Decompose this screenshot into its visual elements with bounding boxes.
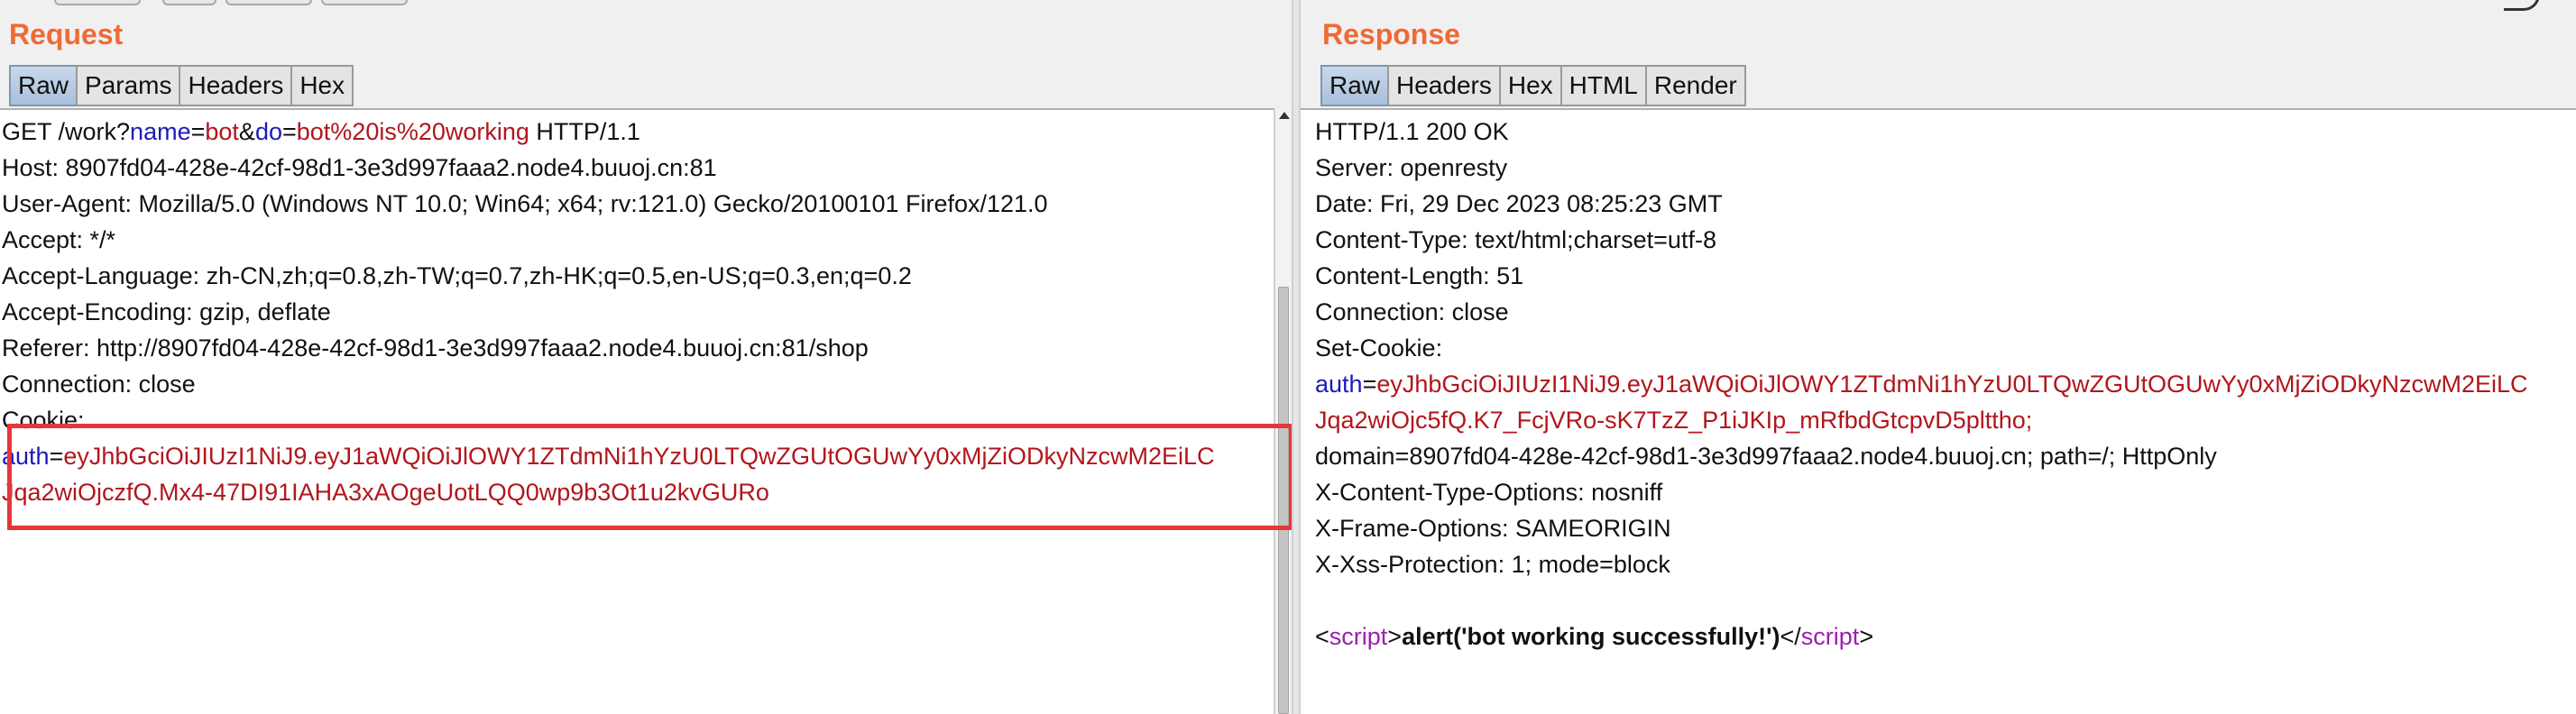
response-tab-headers[interactable]: Headers (1387, 65, 1501, 106)
response-tab-render[interactable]: Render (1644, 65, 1746, 106)
response-content-type: Content-Type: text/html;charset=utf-8 (1315, 226, 1716, 253)
header-cookie-label: Cookie: (2, 407, 85, 434)
response-connection: Connection: close (1315, 298, 1509, 325)
cookie-auth-line1: auth=eyJhbGciOiJIUzI1NiJ9.eyJ1aWQiOiJlOW… (2, 443, 1215, 470)
set-cookie-domain: domain=8907fd04-428e-42cf-98d1-3e3d997fa… (1315, 443, 2217, 470)
set-cookie-auth-line2: Jqa2wiOjc5fQ.K7_FcjVRo-sK7TzZ_P1iJKIp_mR… (1315, 407, 2033, 434)
request-title: Request (9, 18, 124, 50)
scroll-thumb[interactable] (1278, 287, 1289, 714)
cookie-auth-line2: Jqa2wiOjczfQ.Mx4-47DI91IAHA3xAOgeUotLQQ0… (2, 479, 769, 506)
request-tab-headers[interactable]: Headers (179, 65, 293, 106)
response-content-length: Content-Length: 51 (1315, 262, 1524, 289)
scroll-up-arrow-icon[interactable] (1279, 112, 1290, 119)
header-user-agent: User-Agent: Mozilla/5.0 (Windows NT 10.0… (2, 190, 1048, 217)
response-tab-raw[interactable]: Raw (1320, 65, 1390, 106)
response-set-cookie-label: Set-Cookie: (1315, 334, 1443, 362)
response-body: <script>alert('bot working successfully!… (1315, 623, 1874, 650)
response-editor[interactable]: HTTP/1.1 200 OK Server: openresty Date: … (1301, 108, 2576, 714)
response-x-frame: X-Frame-Options: SAMEORIGIN (1315, 515, 1671, 542)
request-tabs: Raw Params Headers Hex (9, 65, 354, 106)
header-referer: Referer: http://8907fd04-428e-42cf-98d1-… (2, 334, 869, 362)
pane-divider[interactable] (1292, 0, 1301, 714)
header-accept-language: Accept-Language: zh-CN,zh;q=0.8,zh-TW;q=… (2, 262, 912, 289)
header-accept-encoding: Accept-Encoding: gzip, deflate (2, 298, 331, 325)
request-pane: Request Raw Params Headers Hex GET /work… (0, 0, 1292, 714)
set-cookie-auth-line1: auth=eyJhbGciOiJIUzI1NiJ9.eyJ1aWQiOiJlOW… (1315, 371, 2528, 398)
response-x-content-type: X-Content-Type-Options: nosniff (1315, 479, 1663, 506)
response-tab-hex[interactable]: Hex (1498, 65, 1562, 106)
response-tabs: Raw Headers Hex HTML Render (1320, 65, 1746, 106)
response-x-xss: X-Xss-Protection: 1; mode=block (1315, 551, 1670, 578)
header-host: Host: 8907fd04-428e-42cf-98d1-3e3d997faa… (2, 154, 717, 181)
request-line: GET /work?name=bot&do=bot%20is%20working… (2, 118, 640, 145)
response-status: HTTP/1.1 200 OK (1315, 118, 1509, 145)
response-server: Server: openresty (1315, 154, 1508, 181)
header-accept: Accept: */* (2, 226, 116, 253)
request-editor[interactable]: GET /work?name=bot&do=bot%20is%20working… (0, 108, 1274, 714)
response-title: Response (1322, 18, 1460, 50)
burp-repeater: Request Raw Params Headers Hex GET /work… (0, 0, 2576, 714)
request-tab-raw[interactable]: Raw (9, 65, 78, 106)
response-tab-html[interactable]: HTML (1559, 65, 1647, 106)
request-scrollbar[interactable] (1274, 108, 1292, 714)
response-date: Date: Fri, 29 Dec 2023 08:25:23 GMT (1315, 190, 1723, 217)
header-connection: Connection: close (2, 371, 196, 398)
request-tab-hex[interactable]: Hex (290, 65, 354, 106)
request-tab-params[interactable]: Params (76, 65, 181, 106)
response-pane: Response Raw Headers Hex HTML Render HTT… (1301, 0, 2576, 714)
